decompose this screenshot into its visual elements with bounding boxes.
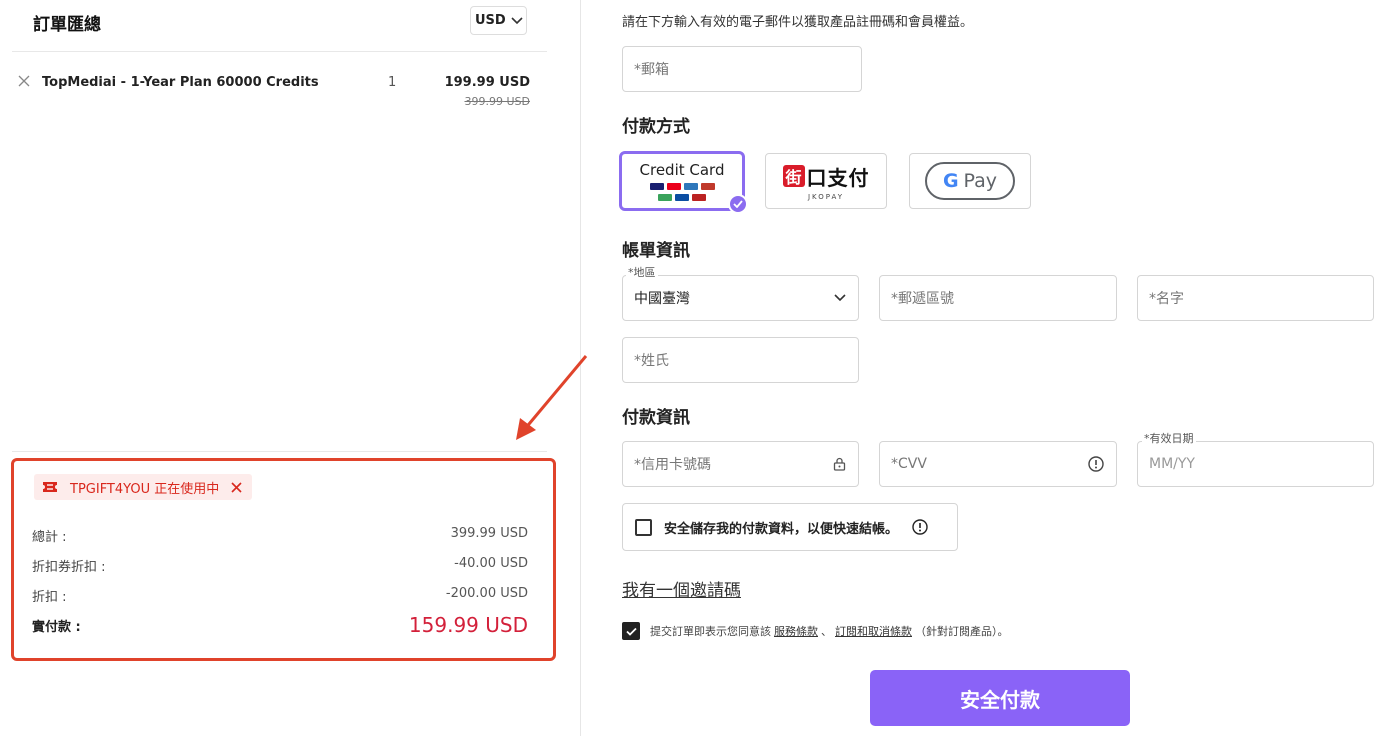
payment-method-title: 付款方式 (622, 117, 690, 137)
invite-code-link[interactable]: 我有一個邀請碼 (622, 576, 741, 601)
discount-row: 折扣 : -200.00 USD (32, 586, 528, 605)
discount-label: 折扣 : (32, 590, 67, 605)
red-arrow-annotation (516, 355, 588, 440)
region-label: *地區 (626, 264, 658, 280)
terms-agreement: 提交訂單即表示您同意該 服務條款 、 訂閱和取消條款 （針對訂閱產品）。 (622, 622, 1009, 640)
payment-option-credit-card[interactable]: Credit Card (619, 151, 748, 214)
price-summary-box: TPGIFT4YOU 正在使用中 總計 : 399.99 USD 折扣券折扣 :… (11, 458, 556, 661)
coupon-badge: TPGIFT4YOU 正在使用中 (34, 474, 253, 500)
terms-prefix: 提交訂單即表示您同意該 (650, 625, 771, 638)
info-icon[interactable] (912, 519, 928, 535)
email-placeholder: *郵箱 (634, 62, 669, 78)
total-value: 159.99 USD (408, 613, 528, 637)
subscription-terms-link[interactable]: 訂閱和取消條款 (835, 623, 912, 639)
save-payment-label: 安全儲存我的付款資料，以便快速結帳。 (664, 521, 899, 537)
currency-select[interactable]: USD (470, 6, 527, 35)
item-quantity: 1 (388, 75, 397, 90)
google-g-icon: G (942, 170, 959, 192)
discount-value: -200.00 USD (445, 586, 528, 601)
expiry-label: *有效日期 (1142, 430, 1196, 446)
card-number-placeholder: *信用卡號碼 (634, 457, 711, 473)
postcode-field[interactable]: *郵遞區號 (879, 275, 1117, 321)
region-value: 中國臺灣 (634, 291, 690, 307)
firstname-placeholder: *名字 (1149, 291, 1184, 307)
expiry-placeholder: MM/YY (1149, 456, 1195, 472)
cvv-placeholder: *CVV (891, 456, 927, 472)
total-label: 實付款 : (32, 619, 81, 635)
cvv-field[interactable]: *CVV (879, 441, 1117, 487)
selected-check-icon (728, 194, 748, 214)
jkopay-label: 口支付 (806, 165, 870, 190)
info-icon[interactable] (1088, 456, 1104, 472)
region-select[interactable]: 中國臺灣 (622, 275, 859, 321)
credit-card-label: Credit Card (639, 160, 725, 179)
divider (12, 451, 547, 452)
payment-option-jkopay[interactable]: 街 口支付 JKOPAY (765, 153, 887, 209)
coupon-discount-row: 折扣券折扣 : -40.00 USD (32, 556, 528, 575)
chevron-down-icon (511, 16, 523, 24)
card-number-field[interactable]: *信用卡號碼 (622, 441, 859, 487)
jkopay-logo-icon: 街 (782, 165, 805, 187)
remove-item-icon[interactable] (18, 75, 30, 87)
terms-of-service-link[interactable]: 服務條款 (774, 623, 818, 639)
item-original-price: 399.99 USD (464, 95, 531, 108)
item-price: 199.99 USD (444, 75, 530, 90)
remove-coupon-icon[interactable] (231, 481, 242, 493)
payment-option-google-pay[interactable]: G Pay (909, 153, 1031, 209)
item-name: TopMediai - 1-Year Plan 60000 Credits (42, 75, 319, 90)
lock-icon (833, 457, 846, 471)
terms-separator: 、 (821, 625, 832, 638)
ticket-icon (42, 481, 58, 493)
lastname-field[interactable]: *姓氏 (622, 337, 859, 383)
card-brand-icons (640, 182, 725, 190)
divider (12, 51, 547, 52)
coupon-discount-value: -40.00 USD (454, 556, 528, 571)
coupon-text: TPGIFT4YOU 正在使用中 (70, 481, 220, 497)
google-pay-label: Pay (963, 170, 998, 192)
email-field[interactable]: *郵箱 (622, 46, 862, 92)
payment-info-title: 付款資訊 (622, 408, 690, 428)
billing-info-title: 帳單資訊 (622, 241, 690, 261)
lastname-placeholder: *姓氏 (634, 353, 669, 369)
google-pay-logo: G Pay (925, 162, 1015, 200)
save-payment-checkbox[interactable] (635, 518, 652, 536)
secure-pay-button[interactable]: 安全付款 (870, 670, 1130, 726)
subtotal-label: 總計 : (32, 530, 67, 545)
coupon-discount-label: 折扣券折扣 : (32, 560, 106, 575)
firstname-field[interactable]: *名字 (1137, 275, 1374, 321)
jkopay-sub-label: JKOPAY (807, 192, 845, 201)
terms-suffix: （針對訂閱產品）。 (915, 625, 1009, 638)
chevron-down-icon (834, 294, 846, 302)
order-summary-title: 訂單匯總 (33, 15, 101, 35)
currency-value: USD (475, 13, 506, 28)
total-row: 實付款 : 159.99 USD (32, 613, 528, 637)
card-brand-icons-row2 (640, 193, 725, 201)
postcode-placeholder: *郵遞區號 (891, 291, 954, 307)
subtotal-value: 399.99 USD (450, 526, 528, 541)
subtotal-row: 總計 : 399.99 USD (32, 526, 528, 545)
save-payment-option[interactable]: 安全儲存我的付款資料，以便快速結帳。 (622, 503, 958, 551)
expiry-field[interactable]: MM/YY (1137, 441, 1374, 487)
email-hint: 請在下方輸入有效的電子郵件以獲取產品註冊碼和會員權益。 (622, 15, 974, 30)
terms-checkbox[interactable] (622, 622, 640, 640)
